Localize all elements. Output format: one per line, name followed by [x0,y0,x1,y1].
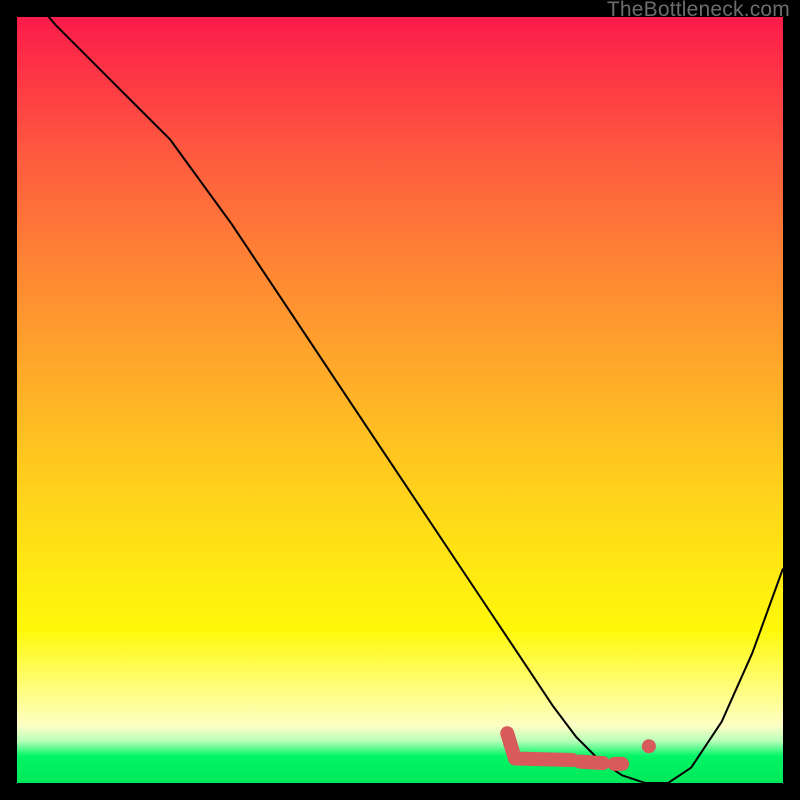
marker-dash-1 [580,762,603,764]
chart-svg [17,17,783,783]
plot-area [17,17,783,783]
marker-l-segment [507,733,572,760]
bottleneck-curve [17,17,783,783]
marker-dot [642,739,656,753]
chart-container: TheBottleneck.com [0,0,800,800]
